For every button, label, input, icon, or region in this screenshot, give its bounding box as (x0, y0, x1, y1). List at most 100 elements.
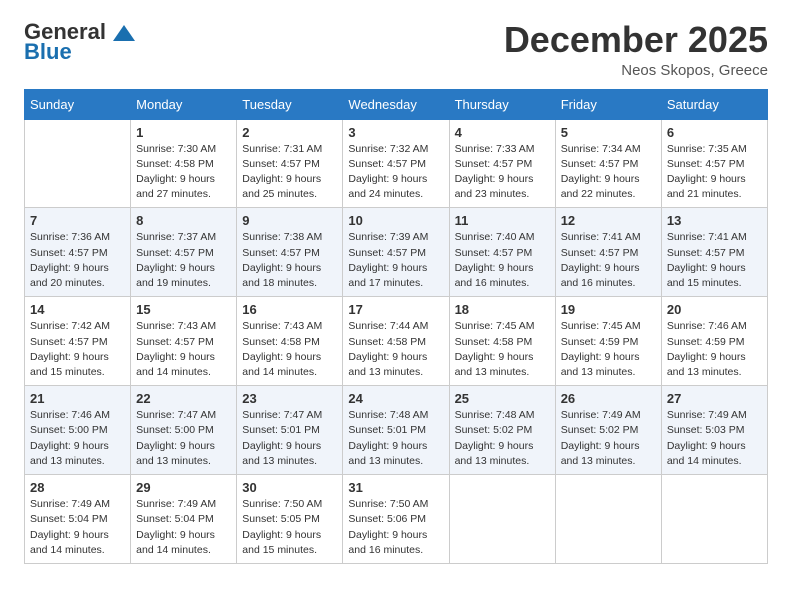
calendar-cell (25, 119, 131, 208)
calendar-cell: 18 Sunrise: 7:45 AMSunset: 4:58 PMDayligh… (449, 297, 555, 386)
day-info: Sunrise: 7:45 AMSunset: 4:58 PMDaylight:… (455, 319, 550, 380)
calendar-cell: 2 Sunrise: 7:31 AMSunset: 4:57 PMDaylight… (237, 119, 343, 208)
calendar-cell: 30 Sunrise: 7:50 AMSunset: 5:05 PMDayligh… (237, 475, 343, 564)
calendar-cell: 27 Sunrise: 7:49 AMSunset: 5:03 PMDayligh… (661, 386, 767, 475)
calendar-cell (555, 475, 661, 564)
day-info: Sunrise: 7:48 AMSunset: 5:01 PMDaylight:… (348, 408, 443, 469)
calendar-cell: 21Sunrise: 7:46 AMSunset: 5:00 PMDayligh… (25, 386, 131, 475)
day-info: Sunrise: 7:49 AMSunset: 5:04 PMDaylight:… (136, 497, 231, 558)
day-info: Sunrise: 7:39 AMSunset: 4:57 PMDaylight:… (348, 230, 443, 291)
day-info: Sunrise: 7:31 AMSunset: 4:57 PMDaylight:… (242, 142, 337, 203)
calendar-cell: 29 Sunrise: 7:49 AMSunset: 5:04 PMDayligh… (131, 475, 237, 564)
day-info: Sunrise: 7:32 AMSunset: 4:57 PMDaylight:… (348, 142, 443, 203)
day-info: Sunrise: 7:43 AMSunset: 4:58 PMDaylight:… (242, 319, 337, 380)
calendar-cell: 11 Sunrise: 7:40 AMSunset: 4:57 PMDayligh… (449, 208, 555, 297)
day-number: 18 (455, 302, 550, 317)
calendar-cell: 12Sunrise: 7:41 AMSunset: 4:57 PMDayligh… (555, 208, 661, 297)
day-number: 20 (667, 302, 762, 317)
day-info: Sunrise: 7:35 AMSunset: 4:57 PMDaylight:… (667, 142, 762, 203)
day-number: 3 (348, 125, 443, 140)
weekday-header-row: SundayMondayTuesdayWednesdayThursdayFrid… (25, 89, 768, 119)
calendar-cell: 28 Sunrise: 7:49 AMSunset: 5:04 PMDayligh… (25, 475, 131, 564)
day-number: 8 (136, 213, 231, 228)
day-number: 16 (242, 302, 337, 317)
day-number: 29 (136, 480, 231, 495)
day-number: 15 (136, 302, 231, 317)
logo-icon (113, 25, 135, 41)
weekday-header-wednesday: Wednesday (343, 89, 449, 119)
day-info: Sunrise: 7:40 AMSunset: 4:57 PMDaylight:… (455, 230, 550, 291)
calendar-cell: 10 Sunrise: 7:39 AMSunset: 4:57 PMDayligh… (343, 208, 449, 297)
day-info: Sunrise: 7:30 AMSunset: 4:58 PMDaylight:… (136, 142, 231, 203)
day-number: 2 (242, 125, 337, 140)
week-row-4: 21Sunrise: 7:46 AMSunset: 5:00 PMDayligh… (25, 386, 768, 475)
day-info: Sunrise: 7:47 AMSunset: 5:00 PMDaylight:… (136, 408, 231, 469)
day-number: 6 (667, 125, 762, 140)
week-row-5: 28 Sunrise: 7:49 AMSunset: 5:04 PMDayligh… (25, 475, 768, 564)
day-info: Sunrise: 7:47 AMSunset: 5:01 PMDaylight:… (242, 408, 337, 469)
day-number: 13 (667, 213, 762, 228)
day-info: Sunrise: 7:49 AMSunset: 5:04 PMDaylight:… (30, 497, 125, 558)
day-info: Sunrise: 7:45 AMSunset: 4:59 PMDaylight:… (561, 319, 656, 380)
calendar-table: SundayMondayTuesdayWednesdayThursdayFrid… (24, 89, 768, 564)
day-number: 9 (242, 213, 337, 228)
day-number: 27 (667, 391, 762, 406)
calendar-cell: 15 Sunrise: 7:43 AMSunset: 4:57 PMDayligh… (131, 297, 237, 386)
day-number: 5 (561, 125, 656, 140)
weekday-header-sunday: Sunday (25, 89, 131, 119)
day-number: 22 (136, 391, 231, 406)
day-number: 25 (455, 391, 550, 406)
day-info: Sunrise: 7:46 AMSunset: 4:59 PMDaylight:… (667, 319, 762, 380)
weekday-header-thursday: Thursday (449, 89, 555, 119)
day-number: 28 (30, 480, 125, 495)
calendar-cell: 4 Sunrise: 7:33 AMSunset: 4:57 PMDaylight… (449, 119, 555, 208)
day-info: Sunrise: 7:50 AMSunset: 5:05 PMDaylight:… (242, 497, 337, 558)
day-info: Sunrise: 7:48 AMSunset: 5:02 PMDaylight:… (455, 408, 550, 469)
day-info: Sunrise: 7:49 AMSunset: 5:03 PMDaylight:… (667, 408, 762, 469)
day-number: 24 (348, 391, 443, 406)
month-title: December 2025 (504, 20, 768, 60)
calendar-cell: 25 Sunrise: 7:48 AMSunset: 5:02 PMDayligh… (449, 386, 555, 475)
day-number: 26 (561, 391, 656, 406)
day-info: Sunrise: 7:41 AMSunset: 4:57 PMDaylight:… (667, 230, 762, 291)
location: Neos Skopos, Greece (504, 62, 768, 79)
day-number: 23 (242, 391, 337, 406)
day-info: Sunrise: 7:34 AMSunset: 4:57 PMDaylight:… (561, 142, 656, 203)
day-info: Sunrise: 7:50 AMSunset: 5:06 PMDaylight:… (348, 497, 443, 558)
calendar-cell: 6 Sunrise: 7:35 AMSunset: 4:57 PMDaylight… (661, 119, 767, 208)
day-number: 31 (348, 480, 443, 495)
day-info: Sunrise: 7:33 AMSunset: 4:57 PMDaylight:… (455, 142, 550, 203)
day-number: 19 (561, 302, 656, 317)
calendar-cell: 24 Sunrise: 7:48 AMSunset: 5:01 PMDayligh… (343, 386, 449, 475)
calendar-cell: 22 Sunrise: 7:47 AMSunset: 5:00 PMDayligh… (131, 386, 237, 475)
day-number: 30 (242, 480, 337, 495)
calendar-cell (661, 475, 767, 564)
calendar-cell: 17 Sunrise: 7:44 AMSunset: 4:58 PMDayligh… (343, 297, 449, 386)
day-number: 4 (455, 125, 550, 140)
calendar-cell: 20 Sunrise: 7:46 AMSunset: 4:59 PMDayligh… (661, 297, 767, 386)
weekday-header-friday: Friday (555, 89, 661, 119)
day-number: 17 (348, 302, 443, 317)
day-info: Sunrise: 7:44 AMSunset: 4:58 PMDaylight:… (348, 319, 443, 380)
calendar-cell: 14Sunrise: 7:42 AMSunset: 4:57 PMDayligh… (25, 297, 131, 386)
logo: General Blue (24, 20, 136, 64)
day-info: Sunrise: 7:43 AMSunset: 4:57 PMDaylight:… (136, 319, 231, 380)
day-number: 1 (136, 125, 231, 140)
day-number: 7 (30, 213, 125, 228)
calendar-cell (449, 475, 555, 564)
calendar-cell: 13 Sunrise: 7:41 AMSunset: 4:57 PMDayligh… (661, 208, 767, 297)
day-number: 11 (455, 213, 550, 228)
calendar-cell: 7Sunrise: 7:36 AMSunset: 4:57 PMDaylight… (25, 208, 131, 297)
calendar-cell: 31 Sunrise: 7:50 AMSunset: 5:06 PMDayligh… (343, 475, 449, 564)
calendar-cell: 16 Sunrise: 7:43 AMSunset: 4:58 PMDayligh… (237, 297, 343, 386)
day-info: Sunrise: 7:49 AMSunset: 5:02 PMDaylight:… (561, 408, 656, 469)
day-number: 21 (30, 391, 125, 406)
calendar-cell: 1 Sunrise: 7:30 AMSunset: 4:58 PMDaylight… (131, 119, 237, 208)
weekday-header-monday: Monday (131, 89, 237, 119)
day-number: 12 (561, 213, 656, 228)
calendar-cell: 26 Sunrise: 7:49 AMSunset: 5:02 PMDayligh… (555, 386, 661, 475)
page-header: General Blue December 2025 Neos Skopos, … (24, 20, 768, 79)
day-info: Sunrise: 7:37 AMSunset: 4:57 PMDaylight:… (136, 230, 231, 291)
calendar-cell: 19 Sunrise: 7:45 AMSunset: 4:59 PMDayligh… (555, 297, 661, 386)
day-number: 10 (348, 213, 443, 228)
